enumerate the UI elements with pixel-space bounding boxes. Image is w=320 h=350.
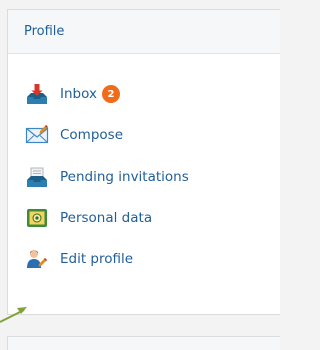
menu-item-label: Compose (60, 127, 124, 143)
envelope-icon (25, 125, 49, 144)
menu-item-label: Edit profile (60, 251, 134, 267)
arrow-pointer-icon (0, 307, 27, 323)
menu-item-label: Personal data (60, 210, 153, 226)
unread-count-badge: 2 (101, 85, 120, 103)
menu-item-label: Inbox (60, 86, 97, 102)
menu-item-compose[interactable]: Compose (25, 123, 123, 147)
card-header: Profile (8, 10, 280, 54)
user-edit-icon (27, 250, 47, 268)
menu-item-inbox[interactable]: Inbox 2 (25, 82, 120, 106)
next-card (7, 336, 280, 350)
menu-item-personal-data[interactable]: Personal data (25, 206, 152, 230)
profile-card: Profile Inbox 2 Compose Pending invitati… (7, 9, 280, 315)
menu-item-edit-profile[interactable]: Edit profile (25, 247, 133, 271)
pending-tray-icon (27, 167, 47, 187)
menu-item-pending-invitations[interactable]: Pending invitations (25, 165, 189, 189)
inbox-icon (27, 84, 47, 104)
stage: Profile Inbox 2 Compose Pending invitati… (0, 0, 280, 350)
menu-item-label: Pending invitations (60, 169, 189, 185)
id-card-icon (27, 209, 47, 227)
card-title: Profile (24, 24, 65, 39)
